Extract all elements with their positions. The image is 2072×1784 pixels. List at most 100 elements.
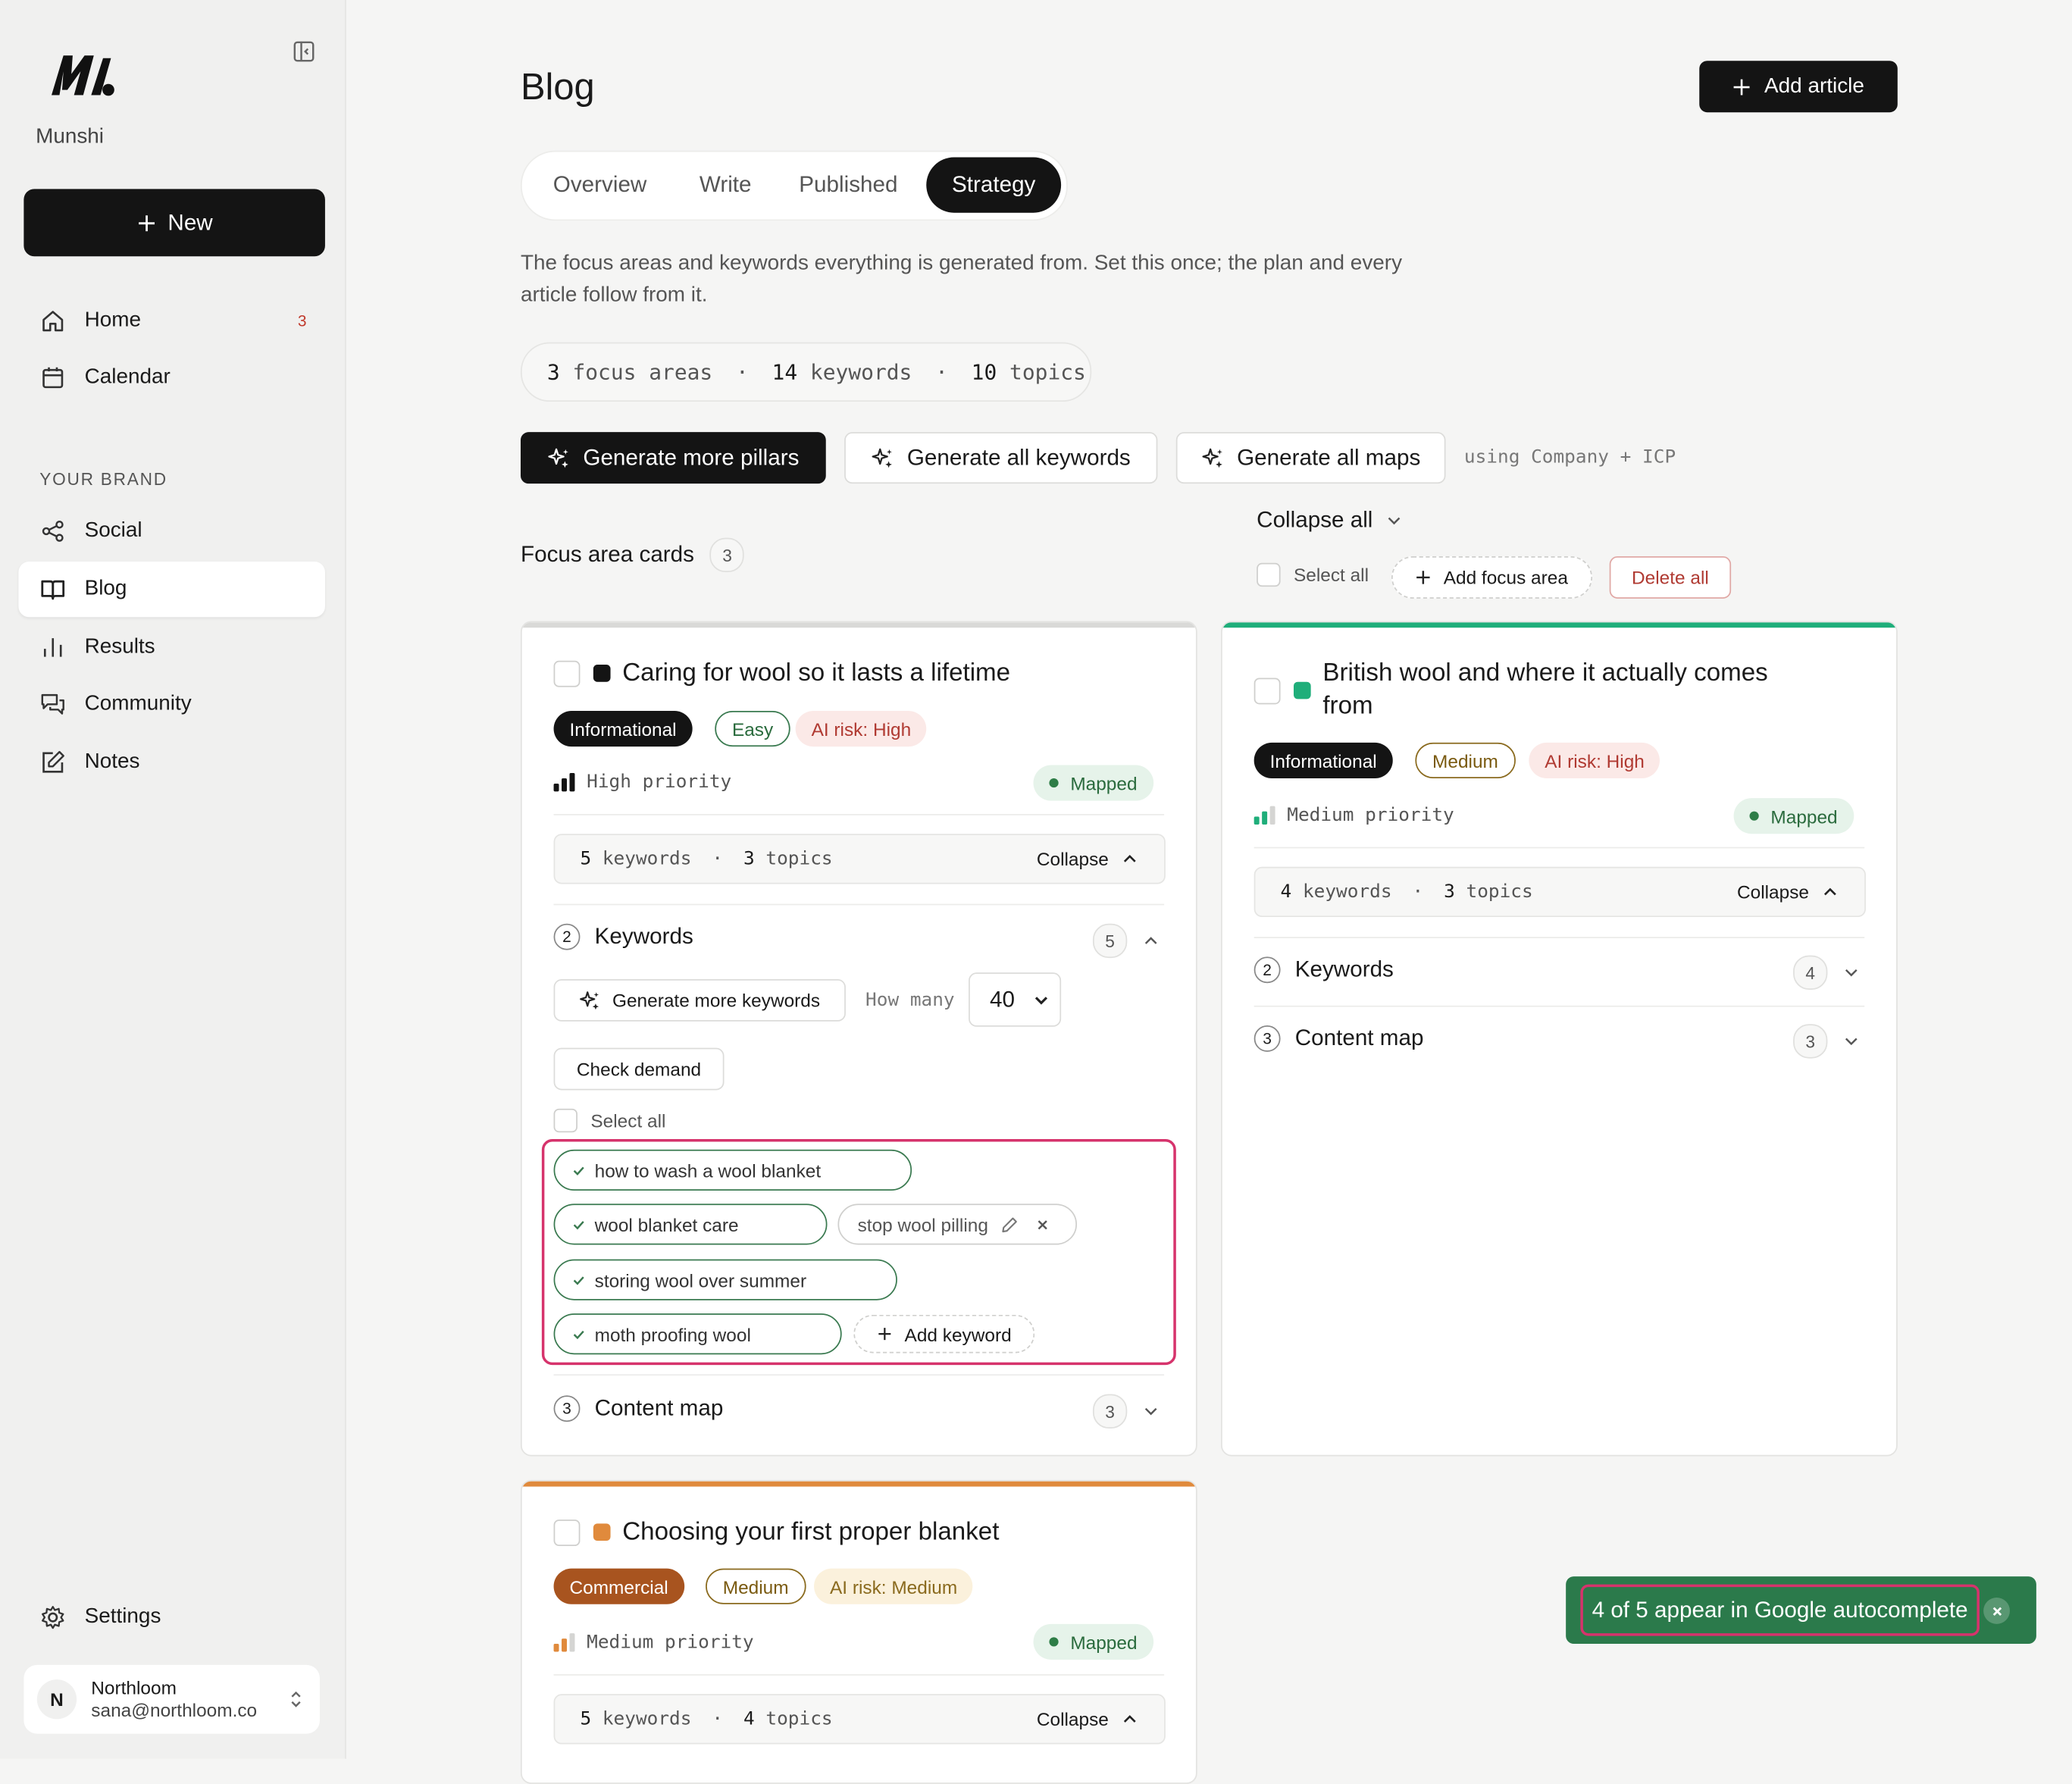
sidebar-item-social[interactable]: Social: [18, 503, 325, 559]
plus-icon: [878, 1328, 890, 1341]
chevron-down-icon: [1388, 517, 1401, 525]
content-map-section-controls[interactable]: 3: [1092, 1394, 1159, 1429]
content-map-section-controls[interactable]: 3: [1793, 1024, 1859, 1059]
select-all-label: Select all: [1293, 564, 1369, 586]
tab-bar: Overview Write Published Strategy: [520, 150, 1068, 221]
generate-more-keywords-label: Generate more keywords: [612, 989, 821, 1011]
summary-keywords: 5: [580, 848, 592, 870]
new-button[interactable]: New: [23, 189, 325, 257]
step-number: 3: [553, 1395, 581, 1423]
keywords-section-controls[interactable]: 5: [1092, 923, 1159, 959]
generate-keywords-button[interactable]: Generate all keywords: [844, 432, 1158, 484]
gear-icon: [39, 1604, 66, 1631]
intent-tag: Informational: [1254, 742, 1393, 778]
priority-bars-icon: [553, 773, 575, 792]
account-switcher[interactable]: N Northloom sana@northloom.co: [23, 1664, 320, 1734]
focus-area-card: British wool and where it actually comes…: [1221, 621, 1898, 1457]
strategy-stats: 3 focus areas · 14 keywords · 10 topics: [520, 342, 1092, 402]
tab-strategy[interactable]: Strategy: [926, 157, 1062, 213]
keyword-chip-editing[interactable]: stop wool pilling: [837, 1203, 1078, 1245]
keyword-text: storing wool over summer: [594, 1269, 807, 1291]
sidebar-collapse-icon[interactable]: [291, 39, 318, 65]
select-all-keywords[interactable]: Select all: [553, 1108, 665, 1133]
keyword-chip[interactable]: wool blanket care: [553, 1203, 828, 1245]
delete-all-button[interactable]: Delete all: [1609, 556, 1732, 599]
tab-published[interactable]: Published: [780, 157, 917, 212]
sidebar-item-community[interactable]: Community: [18, 677, 325, 732]
collapse-all-toggle[interactable]: Collapse all: [1257, 508, 1402, 534]
generate-maps-button[interactable]: Generate all maps: [1175, 432, 1446, 484]
sidebar-item-results[interactable]: Results: [18, 620, 325, 675]
keyword-chip[interactable]: moth proofing wool: [553, 1313, 842, 1355]
difficulty-tag: Medium: [1415, 742, 1516, 778]
card-select-checkbox[interactable]: [553, 1520, 581, 1547]
keywords-count: 4: [1793, 955, 1828, 990]
card-accent-bar: [521, 622, 1196, 628]
chevron-up-icon: [1144, 937, 1157, 944]
how-many-select[interactable]: 40: [969, 972, 1062, 1027]
sidebar-item-label: Calendar: [84, 365, 171, 389]
account-email: sana@northloom.co: [91, 1699, 258, 1721]
toast-close-button[interactable]: [1983, 1598, 2011, 1624]
bar-chart-icon: [39, 634, 66, 661]
add-keyword-button[interactable]: Add keyword: [853, 1314, 1035, 1354]
add-article-button[interactable]: Add article: [1699, 61, 1898, 113]
sidebar-item-settings[interactable]: Settings: [18, 1590, 161, 1645]
sidebar-item-home[interactable]: Home 3: [18, 293, 325, 349]
difficulty-tag: Easy: [715, 711, 790, 747]
content-map-section-header[interactable]: 3 Content map: [1254, 1025, 1423, 1052]
sidebar-item-notes[interactable]: Notes: [18, 734, 325, 790]
check-icon: [573, 1329, 584, 1339]
priority-label: Medium priority: [587, 1632, 754, 1654]
page-title: Blog: [520, 66, 595, 108]
select-all-checkbox[interactable]: [1257, 562, 1281, 587]
add-focus-area-button[interactable]: Add focus area: [1391, 556, 1593, 599]
how-many-label: How many: [865, 989, 955, 1011]
close-icon[interactable]: [1036, 1218, 1049, 1231]
card-collapse-button[interactable]: Collapse: [1037, 848, 1138, 869]
tab-overview[interactable]: Overview: [527, 157, 673, 212]
keyword-chip[interactable]: storing wool over summer: [553, 1259, 897, 1300]
pencil-icon[interactable]: [1000, 1215, 1019, 1233]
priority-indicator: Medium priority: [553, 1632, 754, 1654]
summary-keywords: 4: [1280, 881, 1292, 903]
difficulty-tag: Medium: [706, 1568, 806, 1604]
card-select-checkbox[interactable]: [1254, 678, 1281, 705]
step-number: 3: [1254, 1025, 1281, 1052]
add-keyword-label: Add keyword: [904, 1323, 1012, 1345]
keywords-section-header[interactable]: 2 Keywords: [1254, 956, 1394, 984]
select-all-focus-areas[interactable]: Select all: [1257, 562, 1369, 587]
sidebar-item-calendar[interactable]: Calendar: [18, 350, 325, 405]
summary-keywords-label: keywords: [602, 848, 692, 870]
add-focus-area-label: Add focus area: [1443, 567, 1568, 588]
chevron-up-icon: [1123, 1715, 1136, 1723]
summary-topics: 4: [743, 1708, 755, 1730]
generate-pillars-button[interactable]: Generate more pillars: [520, 432, 826, 484]
priority-indicator: Medium priority: [1254, 805, 1454, 826]
sidebar-item-blog[interactable]: Blog: [18, 562, 325, 618]
summary-separator: ·: [712, 848, 724, 870]
divider: [1254, 1005, 1865, 1007]
card-collapse-button[interactable]: Collapse: [1037, 1708, 1138, 1729]
select-all-keywords-checkbox[interactable]: [553, 1108, 577, 1133]
collapse-all-label: Collapse all: [1257, 507, 1373, 533]
stat-separator: ·: [935, 359, 948, 385]
sidebar-item-label: Community: [84, 692, 192, 715]
keywords-section-controls[interactable]: 4: [1793, 955, 1859, 990]
tab-write[interactable]: Write: [677, 157, 775, 212]
check-demand-button[interactable]: Check demand: [553, 1047, 725, 1091]
card-collapse-button[interactable]: Collapse: [1737, 881, 1838, 903]
munshi-logo-icon[interactable]: [48, 48, 117, 101]
focus-color-swatch: [1293, 681, 1311, 700]
generate-maps-label: Generate all maps: [1237, 444, 1421, 470]
generate-more-keywords-button[interactable]: Generate more keywords: [553, 979, 846, 1022]
keyword-chip[interactable]: how to wash a wool blanket: [553, 1149, 912, 1191]
card-select-checkbox[interactable]: [553, 660, 581, 687]
content-map-section-header[interactable]: 3 Content map: [553, 1395, 723, 1423]
generate-pillars-label: Generate more pillars: [583, 444, 800, 470]
keyword-text: wool blanket care: [594, 1213, 739, 1235]
keywords-section-header[interactable]: 2 Keywords: [553, 923, 693, 950]
priority-bars-icon: [1254, 806, 1275, 825]
focus-color-swatch: [593, 665, 611, 682]
plus-icon: [1416, 571, 1431, 584]
